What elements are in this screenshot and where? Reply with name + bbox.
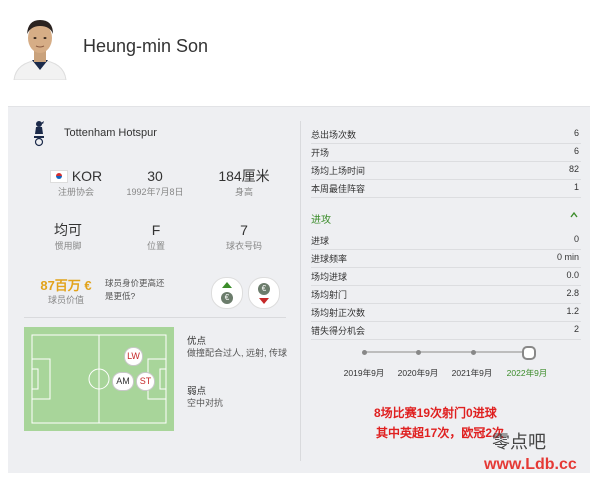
watermark-cn: 零点吧 bbox=[492, 432, 546, 453]
stat-row: 场均射正次数 1.2 bbox=[311, 303, 581, 322]
strengths-text: 做撞配合过人, 远射, 传球 bbox=[187, 348, 288, 358]
position-pitch: LW AM ST bbox=[24, 327, 174, 431]
euro-icon: € bbox=[258, 283, 270, 295]
season-timeline: 2019年9月 2020年9月 2021年9月 2022年9月 bbox=[308, 339, 590, 379]
annotation-line-2: 其中英超17次，欧冠2次 bbox=[376, 426, 505, 440]
country-code: KOR bbox=[71, 168, 103, 184]
stat-row: 场均进球 0.0 bbox=[311, 267, 581, 286]
season-label[interactable]: 2019年9月 bbox=[334, 367, 394, 379]
season-tick[interactable] bbox=[416, 350, 421, 355]
season-label-selected[interactable]: 2022年9月 bbox=[497, 367, 557, 379]
position-st: ST bbox=[136, 372, 155, 391]
player-profile-panel: Tottenham Hotspur KOR 注册协会 30 1992年7月8日 … bbox=[8, 106, 590, 473]
value-higher-button[interactable]: € bbox=[211, 277, 243, 309]
market-value-label: 球员价值 bbox=[47, 295, 84, 305]
annotation-line-1: 8场比赛19次射门0进球 bbox=[374, 406, 497, 420]
stat-row: 开场 6 bbox=[311, 143, 581, 162]
player-name: Heung-min Son bbox=[83, 36, 209, 56]
height-label: 身高 bbox=[234, 187, 253, 197]
country-label: 注册协会 bbox=[57, 187, 94, 197]
shirt-number: 7 bbox=[240, 222, 248, 238]
chevron-up-icon[interactable] bbox=[570, 211, 578, 219]
market-value-amount: 87百万 € bbox=[40, 278, 92, 293]
stat-row: 场均射门 2.8 bbox=[311, 285, 581, 304]
strengths-title: 优点 bbox=[187, 336, 207, 347]
country-stat: KOR 注册协会 bbox=[36, 167, 116, 199]
club-logo-icon bbox=[34, 121, 44, 147]
column-divider bbox=[300, 121, 301, 461]
position-lw: LW bbox=[124, 347, 143, 366]
stat-row: 总出场次数 6 bbox=[311, 125, 581, 144]
season-label[interactable]: 2021年9月 bbox=[442, 367, 502, 379]
timeline-line bbox=[363, 351, 528, 353]
arrow-up-icon bbox=[222, 282, 232, 288]
stat-row: 本周最佳阵容 1 bbox=[311, 179, 581, 198]
player-header: Heung-min Son bbox=[0, 0, 600, 100]
profile-left-column: Tottenham Hotspur KOR 注册协会 30 1992年7月8日 … bbox=[8, 107, 298, 473]
age-value: 30 bbox=[147, 168, 163, 184]
arrow-down-icon bbox=[259, 298, 269, 304]
euro-icon: € bbox=[221, 292, 233, 304]
season-label[interactable]: 2020年9月 bbox=[388, 367, 448, 379]
stat-row: 场均上场时间 82 bbox=[311, 161, 581, 180]
season-tick-selected[interactable] bbox=[522, 346, 536, 360]
birthdate: 1992年7月8日 bbox=[126, 187, 184, 197]
weaknesses-text: 空中对抗 bbox=[187, 398, 224, 408]
value-lower-button[interactable]: € bbox=[248, 277, 280, 309]
stat-row: 错失得分机会 2 bbox=[311, 321, 581, 340]
section-divider bbox=[24, 317, 286, 318]
position-value: F bbox=[151, 222, 161, 238]
season-tick[interactable] bbox=[362, 350, 367, 355]
foot-stat: 均可 惯用脚 bbox=[28, 221, 108, 253]
shirt-label: 球衣号码 bbox=[225, 241, 262, 251]
height-value: 184厘米 bbox=[218, 168, 270, 184]
age-stat: 30 1992年7月8日 bbox=[115, 167, 195, 199]
position-am: AM bbox=[112, 372, 134, 391]
attack-section-title[interactable]: 进攻 bbox=[311, 211, 331, 226]
shirt-stat: 7 球衣号码 bbox=[204, 221, 284, 253]
foot-label: 惯用脚 bbox=[54, 241, 82, 251]
player-avatar bbox=[10, 10, 70, 80]
season-tick[interactable] bbox=[471, 350, 476, 355]
height-stat: 184厘米 身高 bbox=[204, 167, 284, 199]
foot-value: 均可 bbox=[54, 222, 82, 238]
position-stat: F 位置 bbox=[116, 221, 196, 253]
market-value-question: 球员身价更高还是更低? bbox=[105, 278, 165, 301]
stat-row: 进球 0 bbox=[311, 231, 581, 250]
watermark-url: www.Ldb.cc bbox=[484, 456, 577, 473]
korea-flag-icon bbox=[49, 169, 68, 183]
weaknesses-title: 弱点 bbox=[187, 386, 207, 397]
position-label: 位置 bbox=[146, 241, 165, 251]
club-name[interactable]: Tottenham Hotspur bbox=[64, 127, 157, 139]
stat-row: 进球频率 0 min bbox=[311, 249, 581, 268]
